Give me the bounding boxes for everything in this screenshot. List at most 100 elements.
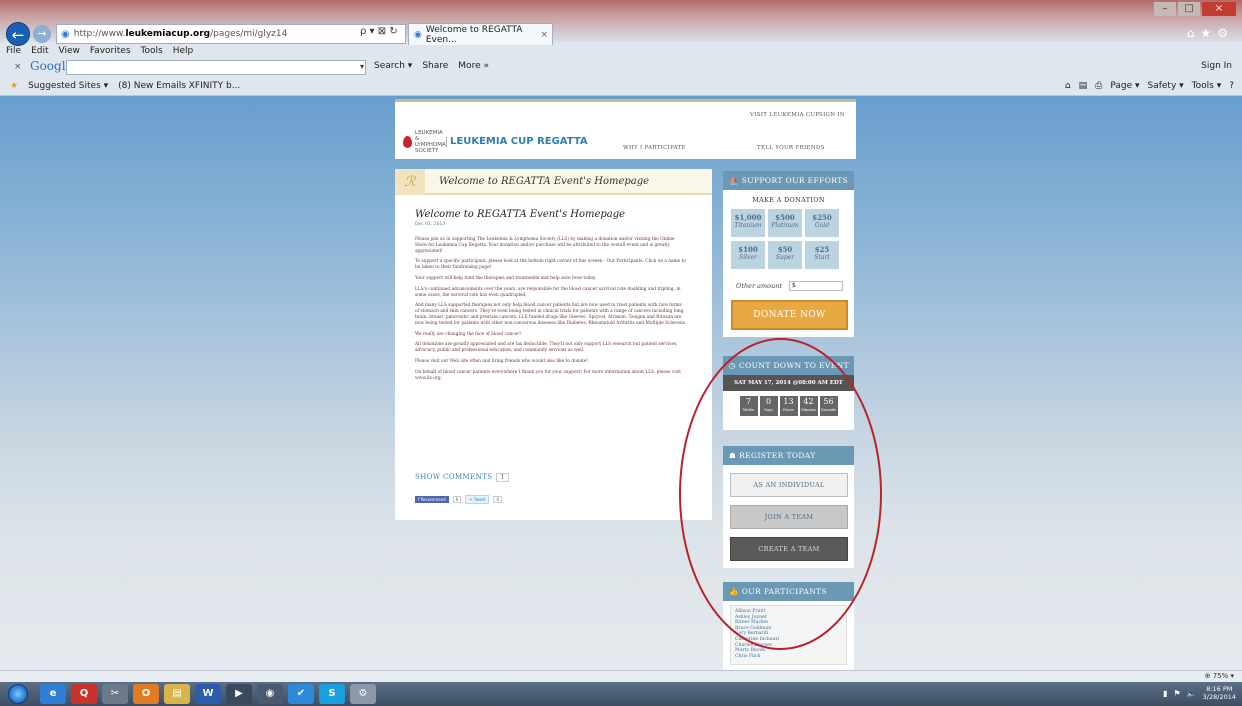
taskbar-snipping-icon[interactable]: ✂	[102, 684, 128, 704]
taskbar-media-icon[interactable]: ▶	[226, 684, 252, 704]
logo-org-text: LEUKEMIA & LYMPHOMA SOCIETY	[415, 130, 446, 154]
favorite-suggested-sites[interactable]: Suggested Sites ▾	[28, 81, 108, 91]
facebook-recommend-button[interactable]: f Recommend	[415, 496, 449, 503]
google-sign-in-link[interactable]: Sign In	[1201, 61, 1232, 71]
tier-silver-button[interactable]: $100 Silver	[731, 241, 765, 269]
tweet-count: 0	[493, 496, 502, 503]
windows-taskbar: e Q ✂ O ▤ W ▶ ◉ ✔ S ⚙ ▮ ⚑ 🔈 8:16 PM 3/28…	[0, 682, 1242, 706]
tier-platinum-button[interactable]: $500 Platinum	[768, 209, 802, 237]
tab-title: Welcome to REGATTA Even...	[425, 24, 523, 45]
taskbar-outlook-icon[interactable]: O	[133, 684, 159, 704]
address-tools[interactable]: ρ ▾ ⊠ ↻	[360, 26, 398, 37]
toolbar-close-icon[interactable]: ×	[14, 62, 22, 72]
tray-network-icon[interactable]: ▮	[1163, 689, 1167, 698]
command-feeds-icon[interactable]: ▤	[1079, 81, 1088, 91]
tier-amount: $500	[775, 213, 795, 222]
tell-your-friends-link[interactable]: TELL YOUR FRIENDS	[757, 145, 825, 151]
donate-header-text: SUPPORT OUR EFFORTS	[741, 176, 849, 185]
favorites-list: ★ Suggested Sites ▾ (8) New Emails XFINI…	[10, 81, 240, 91]
google-search-button[interactable]: Search ▾	[374, 61, 412, 71]
command-safety[interactable]: Safety ▾	[1147, 81, 1183, 91]
header-sign-in-link[interactable]: SIGN IN	[819, 112, 845, 118]
tier-gold-button[interactable]: $250 Gold	[805, 209, 839, 237]
tweet-label: Tweet	[473, 497, 486, 502]
google-search-input[interactable]	[66, 60, 366, 75]
close-window-button[interactable]: ×	[1202, 2, 1236, 16]
favorites-bar: ★ Suggested Sites ▾ (8) New Emails XFINI…	[0, 78, 1242, 96]
minimize-button[interactable]: –	[1154, 2, 1176, 16]
start-button[interactable]	[8, 684, 28, 704]
tab-favicon-icon: ◉	[414, 29, 422, 40]
favorites-star-icon[interactable]: ★	[1200, 26, 1217, 40]
menu-view[interactable]: View	[59, 46, 80, 56]
article-paragraph: We really are changing the face of blood…	[415, 331, 522, 337]
article-body: Please join us in supporting The Leukemi…	[415, 237, 687, 386]
browser-tab[interactable]: ◉ Welcome to REGATTA Even... ×	[408, 23, 553, 45]
tray-volume-icon[interactable]: 🔈	[1187, 689, 1197, 698]
menu-edit[interactable]: Edit	[31, 46, 48, 56]
donate-now-button[interactable]: DONATE NOW	[731, 300, 848, 330]
tier-start-button[interactable]: $25 Start	[805, 241, 839, 269]
system-clock[interactable]: 8:16 PM 3/28/2014	[1203, 685, 1236, 701]
comment-count-badge: 1	[496, 473, 509, 482]
taskbar-settings-icon[interactable]: ⚙	[350, 684, 376, 704]
tier-name: Gold	[814, 222, 830, 229]
red-annotation-circle	[679, 338, 882, 650]
browser-chrome: ← → ◉ http://www. leukemiacup.org/pages/m…	[0, 0, 1242, 96]
other-amount-input[interactable]: $	[789, 281, 843, 291]
participant-link[interactable]: Chris Flick	[735, 654, 842, 660]
address-bar[interactable]: ◉ http://www. leukemiacup.org/pages/mi/gl…	[56, 24, 406, 44]
menu-help[interactable]: Help	[173, 46, 194, 56]
command-home-icon[interactable]: ⌂	[1065, 81, 1071, 91]
zoom-level[interactable]: ⊕ 75% ▾	[1205, 672, 1234, 680]
google-toolbar-tools: Search ▾ Share More »	[374, 61, 489, 71]
taskbar-skype-icon[interactable]: S	[319, 684, 345, 704]
tray-flag-icon[interactable]: ⚑	[1174, 689, 1181, 698]
tweet-button[interactable]: ✦ Tweet	[465, 495, 490, 504]
taskbar-check-icon[interactable]: ✔	[288, 684, 314, 704]
command-page[interactable]: Page ▾	[1110, 81, 1139, 91]
banner-title: Welcome to REGATTA Event's Homepage	[439, 176, 650, 187]
google-search-dropdown-icon[interactable]: ▾	[360, 62, 364, 71]
menu-favorites[interactable]: Favorites	[90, 46, 131, 56]
command-help-icon[interactable]: ?	[1229, 81, 1234, 91]
donate-widget-header: ⛵ SUPPORT OUR EFFORTS	[723, 171, 854, 190]
favorites-star-icon[interactable]: ★	[10, 81, 18, 91]
article-paragraph: All donations are greatly appreciated an…	[415, 342, 678, 354]
tier-super-button[interactable]: $50 Super	[768, 241, 802, 269]
command-print-icon[interactable]: ⎙	[1095, 81, 1102, 91]
menu-file[interactable]: File	[6, 46, 21, 56]
google-more-button[interactable]: More »	[458, 61, 489, 71]
favorite-xfinity-email[interactable]: (8) New Emails XFINITY b...	[118, 81, 240, 91]
why-i-participate-link[interactable]: WHY I PARTICIPATE	[623, 145, 686, 151]
taskbar-explorer-icon[interactable]: ▤	[164, 684, 190, 704]
taskbar-quicken-icon[interactable]: Q	[71, 684, 97, 704]
tier-amount: $25	[814, 245, 830, 254]
browser-titlebar: ← → ◉ http://www. leukemiacup.org/pages/m…	[0, 0, 1242, 46]
article-paragraph: Please join us in supporting The Leukemi…	[415, 237, 675, 254]
donate-widget: ⛵ SUPPORT OUR EFFORTS MAKE A DONATION $1,…	[723, 171, 854, 337]
visit-leukemia-cup-link[interactable]: VISIT LEUKEMIA CUP	[750, 112, 819, 118]
menu-tools[interactable]: Tools	[141, 46, 163, 56]
home-icon[interactable]: ⌂	[1187, 26, 1201, 40]
forward-button[interactable]: →	[33, 25, 51, 43]
maximize-button[interactable]: □	[1178, 2, 1200, 16]
article-banner: ℛ Welcome to REGATTA Event's Homepage	[395, 169, 712, 195]
tab-close-icon[interactable]: ×	[540, 30, 548, 40]
tier-amount: $100	[738, 245, 758, 254]
back-button[interactable]: ←	[6, 22, 30, 46]
command-tools[interactable]: Tools ▾	[1192, 81, 1222, 91]
other-amount-label: Other amount	[736, 282, 783, 290]
settings-gear-icon[interactable]: ⚙	[1217, 26, 1234, 40]
tier-titanium-button[interactable]: $1,000 Titanium	[731, 209, 765, 237]
taskbar-word-icon[interactable]: W	[195, 684, 221, 704]
make-donation-heading: MAKE A DONATION	[752, 196, 825, 204]
taskbar-hp-icon[interactable]: ◉	[257, 684, 283, 704]
site-logo[interactable]: LEUKEMIA & LYMPHOMA SOCIETY LEUKEMIA CUP…	[403, 130, 588, 154]
taskbar-ie-icon[interactable]: e	[40, 684, 66, 704]
tier-amount: $50	[777, 245, 793, 254]
blood-drop-icon	[403, 136, 412, 148]
show-comments-link[interactable]: SHOW COMMENTS 1	[415, 473, 509, 482]
google-share-button[interactable]: Share	[422, 61, 448, 71]
ie-page-icon: ◉	[61, 28, 70, 40]
